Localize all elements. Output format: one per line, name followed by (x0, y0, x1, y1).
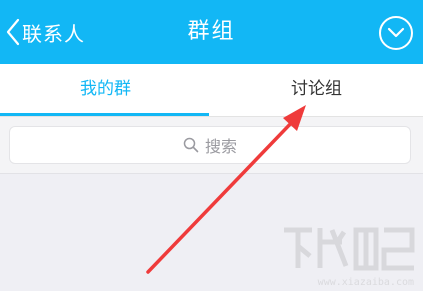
watermark: www.xiazaiba.com (280, 222, 418, 288)
watermark-url: www.xiazaiba.com (317, 277, 414, 288)
watermark-logo (284, 227, 415, 271)
